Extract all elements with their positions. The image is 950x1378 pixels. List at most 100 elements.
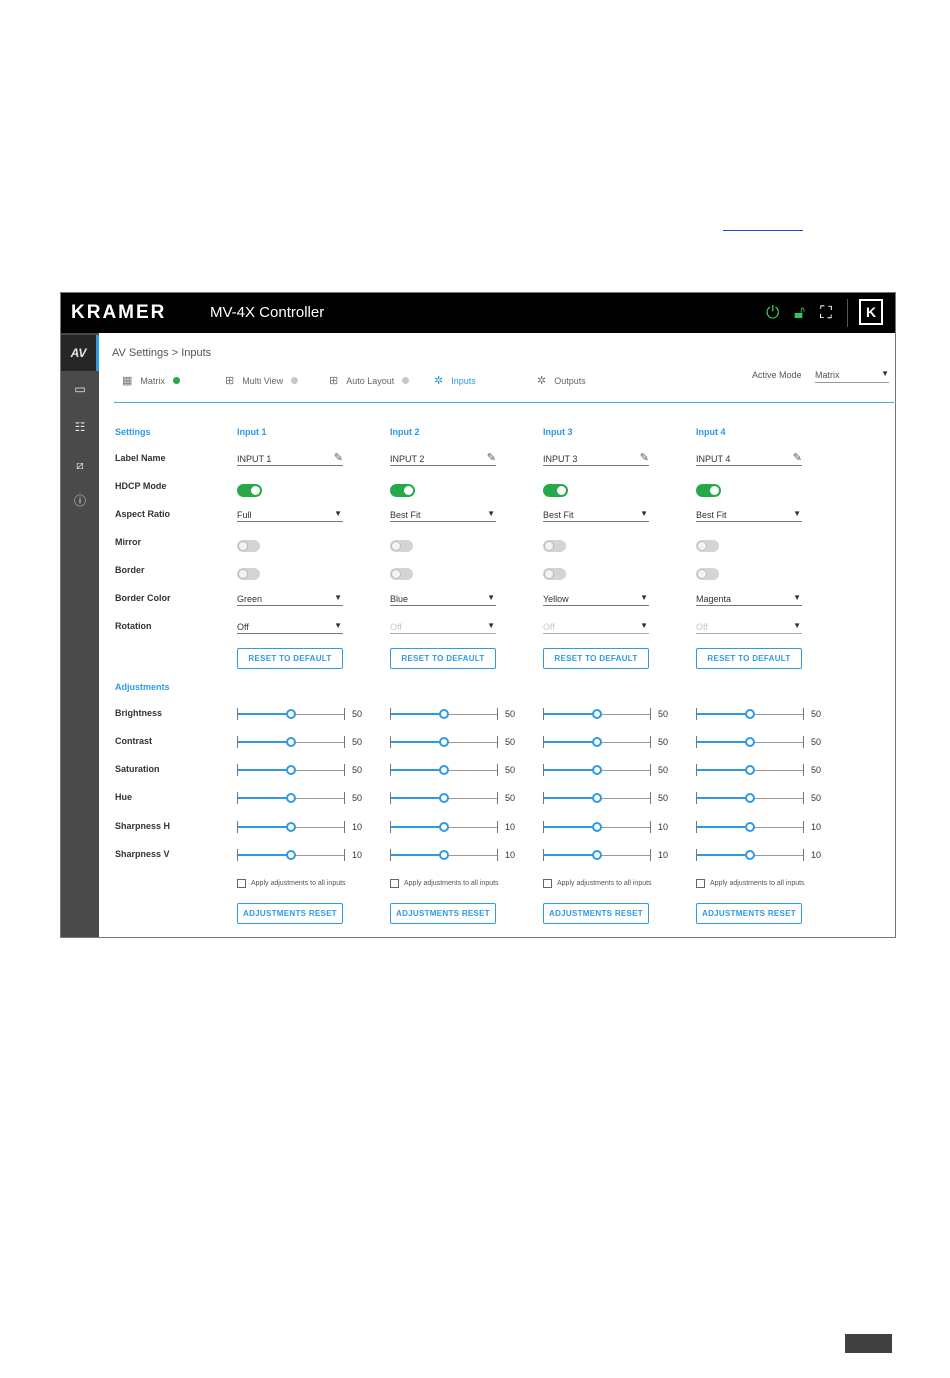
adjustment-slider[interactable] xyxy=(696,708,804,720)
label-name-field[interactable]: INPUT 1 ✎ xyxy=(237,452,343,466)
adjustment-slider[interactable] xyxy=(237,708,345,720)
adjustment-slider[interactable] xyxy=(696,764,804,776)
border-color-select[interactable]: Blue ▼ xyxy=(390,592,496,606)
border-toggle[interactable] xyxy=(237,568,260,580)
adjustment-slider[interactable] xyxy=(543,736,651,748)
border-color-select[interactable]: Yellow ▼ xyxy=(543,592,649,606)
mirror-toggle[interactable] xyxy=(696,540,719,552)
slider-thumb[interactable] xyxy=(439,737,449,747)
adjustment-slider[interactable] xyxy=(696,792,804,804)
slider-thumb[interactable] xyxy=(286,765,296,775)
aspect-ratio-select[interactable]: Full ▼ xyxy=(237,508,343,522)
slider-thumb[interactable] xyxy=(286,822,296,832)
slider-thumb[interactable] xyxy=(439,850,449,860)
adjustment-slider[interactable] xyxy=(696,736,804,748)
sidebar-info-icon[interactable]: ⓘ xyxy=(61,483,99,519)
slider-thumb[interactable] xyxy=(592,765,602,775)
slider-thumb[interactable] xyxy=(745,793,755,803)
mirror-toggle[interactable] xyxy=(237,540,260,552)
pencil-icon[interactable]: ✎ xyxy=(334,451,343,464)
unlock-icon[interactable]: 🔓︎ xyxy=(794,303,805,323)
mirror-toggle[interactable] xyxy=(543,540,566,552)
mirror-toggle[interactable] xyxy=(390,540,413,552)
slider-thumb[interactable] xyxy=(439,765,449,775)
slider-thumb[interactable] xyxy=(439,793,449,803)
pencil-icon[interactable]: ✎ xyxy=(793,451,802,464)
border-toggle[interactable] xyxy=(543,568,566,580)
border-toggle[interactable] xyxy=(390,568,413,580)
adjustment-slider[interactable] xyxy=(696,849,804,861)
tab-outputs[interactable]: ✲ Outputs xyxy=(537,374,586,387)
tab-inputs[interactable]: ✲ Inputs xyxy=(434,374,476,387)
adjustment-slider[interactable] xyxy=(390,736,498,748)
adjustment-slider[interactable] xyxy=(390,708,498,720)
hdcp-toggle[interactable] xyxy=(543,484,568,497)
adjustments-reset-button[interactable]: ADJUSTMENTS RESET xyxy=(237,903,343,924)
rotation-select[interactable]: Off ▼ xyxy=(237,620,343,634)
slider-thumb[interactable] xyxy=(592,850,602,860)
tab-multi-view[interactable]: ⊞ Multi View xyxy=(225,374,299,387)
label-name-field[interactable]: INPUT 2 ✎ xyxy=(390,452,496,466)
adjustment-slider[interactable] xyxy=(390,849,498,861)
adjustment-slider[interactable] xyxy=(543,708,651,720)
border-color-select[interactable]: Magenta ▼ xyxy=(696,592,802,606)
slider-thumb[interactable] xyxy=(286,793,296,803)
border-color-select[interactable]: Green ▼ xyxy=(237,592,343,606)
reset-to-default-button[interactable]: RESET TO DEFAULT xyxy=(390,648,496,669)
checkbox-box[interactable] xyxy=(696,879,705,888)
adjustment-slider[interactable] xyxy=(543,792,651,804)
slider-thumb[interactable] xyxy=(439,709,449,719)
slider-thumb[interactable] xyxy=(286,850,296,860)
tab-auto-layout[interactable]: ⊞ Auto Layout xyxy=(329,374,410,387)
slider-thumb[interactable] xyxy=(286,737,296,747)
adjustment-slider[interactable] xyxy=(390,792,498,804)
slider-thumb[interactable] xyxy=(592,737,602,747)
reset-to-default-button[interactable]: RESET TO DEFAULT xyxy=(237,648,343,669)
pencil-icon[interactable]: ✎ xyxy=(487,451,496,464)
apply-all-checkbox[interactable]: Apply adjustments to all inputs xyxy=(390,879,499,888)
aspect-ratio-select[interactable]: Best Fit ▼ xyxy=(543,508,649,522)
slider-thumb[interactable] xyxy=(439,822,449,832)
slider-thumb[interactable] xyxy=(745,737,755,747)
label-name-field[interactable]: INPUT 4 ✎ xyxy=(696,452,802,466)
label-name-field[interactable]: INPUT 3 ✎ xyxy=(543,452,649,466)
adjustment-slider[interactable] xyxy=(696,821,804,833)
adjustment-slider[interactable] xyxy=(237,849,345,861)
apply-all-checkbox[interactable]: Apply adjustments to all inputs xyxy=(543,879,652,888)
aspect-ratio-select[interactable]: Best Fit ▼ xyxy=(696,508,802,522)
adjustments-reset-button[interactable]: ADJUSTMENTS RESET xyxy=(696,903,802,924)
tab-matrix[interactable]: ▦ Matrix xyxy=(122,374,180,387)
adjustment-slider[interactable] xyxy=(543,849,651,861)
sidebar-settings-list-icon[interactable]: ☷ xyxy=(61,409,99,445)
active-mode-select[interactable]: Matrix ▼ xyxy=(815,369,889,383)
slider-thumb[interactable] xyxy=(745,850,755,860)
adjustment-slider[interactable] xyxy=(390,821,498,833)
slider-thumb[interactable] xyxy=(592,822,602,832)
adjustment-slider[interactable] xyxy=(237,821,345,833)
hdcp-toggle[interactable] xyxy=(696,484,721,497)
adjustment-slider[interactable] xyxy=(237,736,345,748)
slider-thumb[interactable] xyxy=(592,709,602,719)
adjustment-slider[interactable] xyxy=(543,764,651,776)
power-icon[interactable]: ⏻ xyxy=(766,303,779,323)
adjustments-reset-button[interactable]: ADJUSTMENTS RESET xyxy=(390,903,496,924)
sidebar-av-icon[interactable]: AV xyxy=(61,335,99,371)
aspect-ratio-select[interactable]: Best Fit ▼ xyxy=(390,508,496,522)
checkbox-box[interactable] xyxy=(543,879,552,888)
checkbox-box[interactable] xyxy=(390,879,399,888)
adjustment-slider[interactable] xyxy=(390,764,498,776)
hdcp-toggle[interactable] xyxy=(237,484,262,497)
border-toggle[interactable] xyxy=(696,568,719,580)
adjustment-slider[interactable] xyxy=(237,764,345,776)
adjustment-slider[interactable] xyxy=(237,792,345,804)
pencil-icon[interactable]: ✎ xyxy=(640,451,649,464)
reset-to-default-button[interactable]: RESET TO DEFAULT xyxy=(543,648,649,669)
slider-thumb[interactable] xyxy=(745,709,755,719)
fullscreen-icon[interactable]: ⛶ xyxy=(820,303,832,323)
sidebar-display-icon[interactable]: ▭ xyxy=(61,371,99,407)
adjustments-reset-button[interactable]: ADJUSTMENTS RESET xyxy=(543,903,649,924)
checkbox-box[interactable] xyxy=(237,879,246,888)
adjustment-slider[interactable] xyxy=(543,821,651,833)
slider-thumb[interactable] xyxy=(745,765,755,775)
apply-all-checkbox[interactable]: Apply adjustments to all inputs xyxy=(237,879,346,888)
